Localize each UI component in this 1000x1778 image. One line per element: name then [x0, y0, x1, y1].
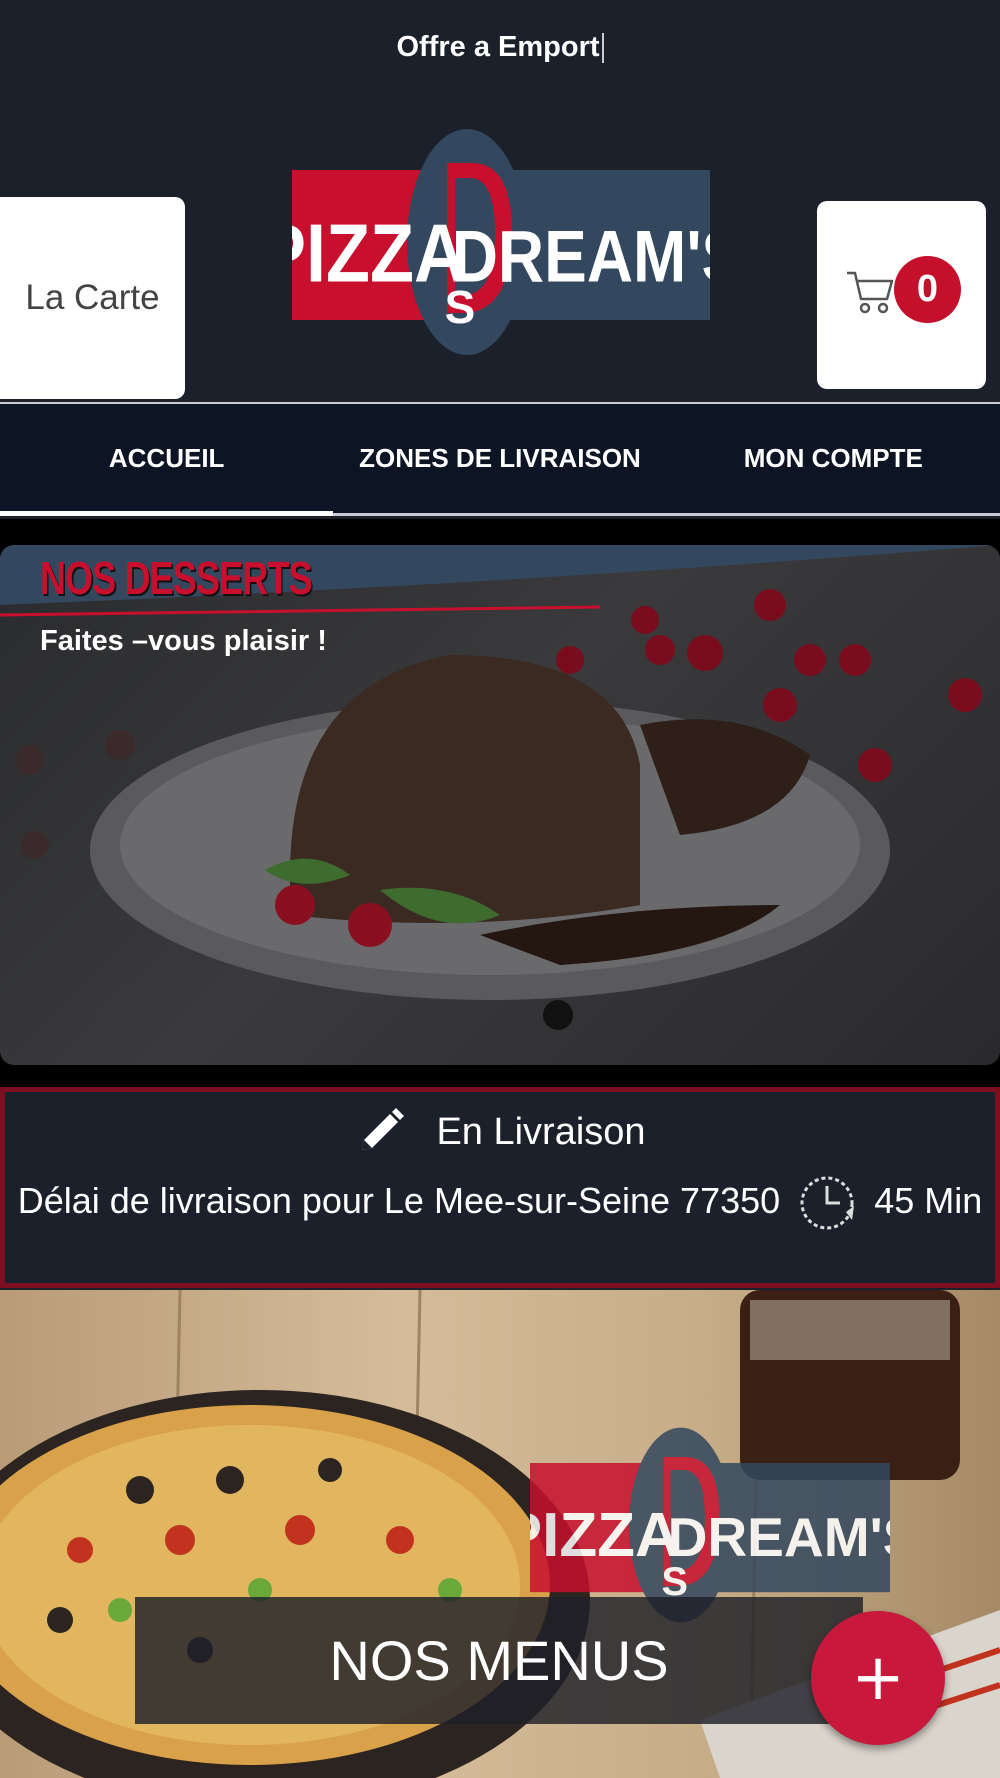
clock-icon	[800, 1176, 855, 1230]
pencil-icon[interactable]	[354, 1106, 406, 1158]
cart-icon	[847, 271, 894, 314]
cart-button[interactable]: 0	[817, 201, 986, 389]
delivery-time-row: Délai de livraison pour Le Mee-sur-Seine…	[5, 1168, 995, 1234]
cart-count-badge: 0	[894, 256, 961, 323]
banner-subtitle: Faites –vous plaisir !	[40, 625, 327, 657]
svg-text:S: S	[445, 281, 476, 333]
text-caret	[601, 32, 604, 63]
svg-text:PIZZA: PIZZA	[530, 1501, 680, 1570]
delivery-time-unit: Min	[924, 1180, 983, 1221]
dessert-image	[0, 545, 1000, 1000]
nos-menus-label[interactable]: NOS MENUS	[135, 1597, 863, 1724]
delivery-info[interactable]: En Livraison Délai de livraison pour Le …	[0, 1087, 1000, 1288]
svg-text:PIZZA: PIZZA	[292, 208, 466, 300]
tab-mon-compte[interactable]: MON COMPTE	[667, 404, 1000, 513]
delivery-mode-label: En Livraison	[436, 1110, 646, 1153]
top-bar: Offre a Emport	[0, 0, 1000, 95]
main-nav: ACCUEIL ZONES DE LIVRAISON MON COMPTE	[0, 402, 1000, 516]
offer-title: Offre a Emport	[396, 31, 600, 63]
delivery-mode-row: En Livraison	[5, 1106, 995, 1158]
banner-title: NOS DESSERTS	[40, 552, 313, 604]
brand-logo[interactable]: PIZZA DREAM'S S	[292, 128, 710, 356]
tab-accueil[interactable]: ACCUEIL	[0, 404, 334, 516]
add-button[interactable]: +	[811, 1611, 945, 1745]
delivery-location-text: Délai de livraison pour Le Mee-sur-Seine…	[17, 1180, 781, 1221]
la-carte-button[interactable]: La Carte	[0, 197, 185, 399]
tab-zones-de-livraison[interactable]: ZONES DE LIVRAISON	[333, 404, 666, 513]
svg-text:DREAM'S: DREAM'S	[452, 216, 710, 298]
delivery-time-value: 45	[874, 1180, 915, 1221]
desserts-banner[interactable]: NOS DESSERTS Faites –vous plaisir !	[0, 545, 1000, 1065]
svg-text:DREAM'S: DREAM'S	[668, 1506, 890, 1568]
carousel-dot[interactable]	[543, 1000, 573, 1030]
